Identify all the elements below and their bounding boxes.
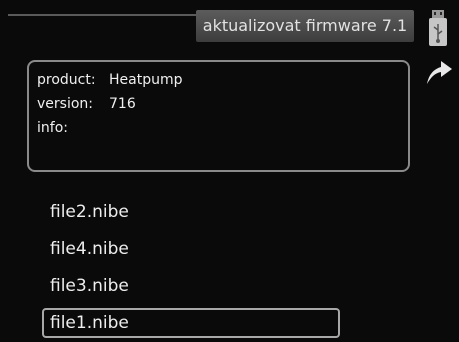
firmware-info-panel: product: Heatpump version: 716 info: [27,60,410,172]
version-label: version: [37,96,93,112]
version-row: version: 716 [37,92,400,116]
file-list-item-selected[interactable]: file1.nibe [42,308,340,338]
usb-icon [429,10,447,46]
info-row: info: [37,116,400,140]
file-list-item[interactable]: file2.nibe [42,197,340,227]
product-value: Heatpump [109,72,183,88]
info-label: info: [37,120,68,136]
file-list-item[interactable]: file4.nibe [42,234,340,264]
version-value: 716 [109,96,136,112]
back-arrow-icon[interactable] [424,56,454,86]
product-row: product: Heatpump [37,68,400,92]
file-list-item[interactable]: file3.nibe [42,271,340,301]
page-title: aktualizovat firmware 7.1 [196,10,414,42]
header-divider [8,14,196,16]
product-label: product: [37,72,96,88]
